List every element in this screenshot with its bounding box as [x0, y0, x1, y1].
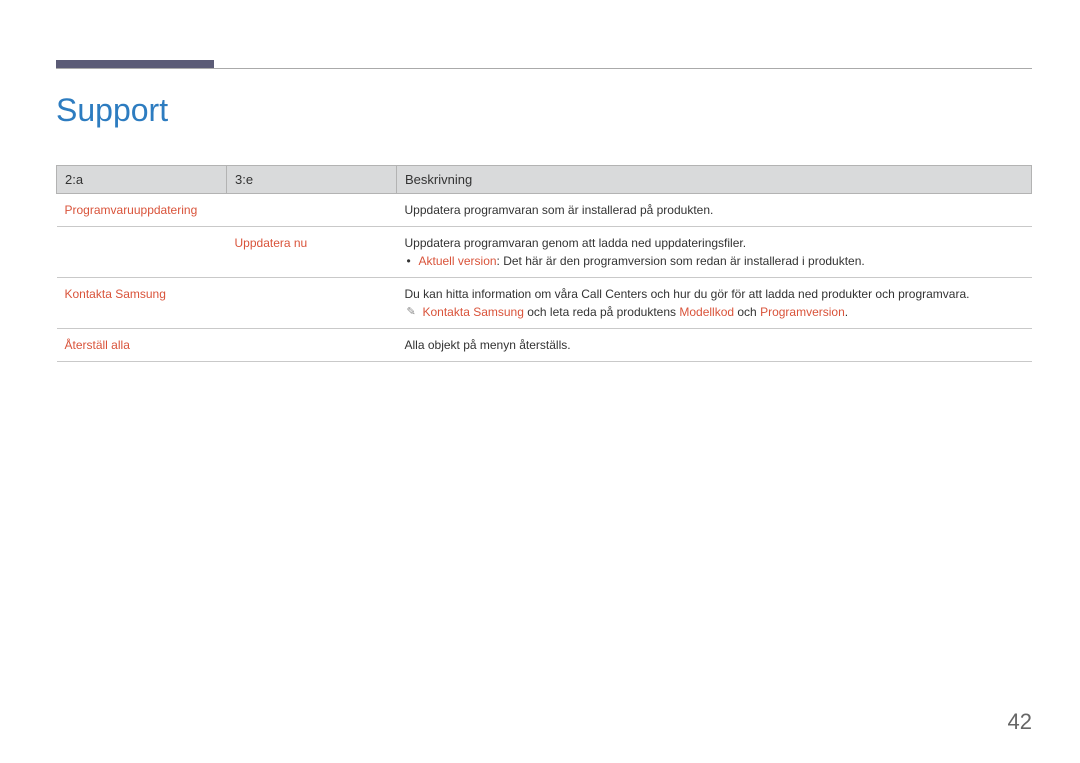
note-a: Kontakta Samsung [423, 305, 524, 319]
note-b: Modellkod [679, 305, 734, 319]
cell-2a: Kontakta Samsung [57, 278, 227, 329]
note-mid2: och [734, 305, 760, 319]
cell-desc: Alla objekt på menyn återställs. [397, 329, 1032, 362]
note-mid1: och leta reda på produktens [524, 305, 679, 319]
cell-2a [57, 227, 227, 278]
cell-desc: Uppdatera programvaran genom att ladda n… [397, 227, 1032, 278]
section-title: Support [56, 92, 168, 129]
desc-line: Uppdatera programvaran genom att ladda n… [405, 234, 1024, 252]
bullet-text: : Det här är den programversion som reda… [497, 254, 865, 268]
cell-3e [227, 194, 397, 227]
table-header-row: 2:a 3:e Beskrivning [57, 166, 1032, 194]
cell-desc: Du kan hitta information om våra Call Ce… [397, 278, 1032, 329]
pencil-icon: ✎ [407, 304, 416, 321]
page-rule [56, 68, 1032, 69]
table-row: Återställ alla Alla objekt på menyn åter… [57, 329, 1032, 362]
cell-desc: Uppdatera programvaran som är installera… [397, 194, 1032, 227]
desc-note: ✎ Kontakta Samsung och leta reda på prod… [405, 303, 1024, 321]
accent-bar [56, 60, 214, 68]
header-beskrivning: Beskrivning [397, 166, 1032, 194]
note-end: . [845, 305, 848, 319]
cell-3e [227, 278, 397, 329]
support-table: 2:a 3:e Beskrivning Programvaruuppdateri… [56, 165, 1032, 362]
desc-bullet: Aktuell version: Det här är den programv… [405, 252, 1024, 270]
page-number: 42 [1008, 709, 1032, 735]
table-row: Kontakta Samsung Du kan hitta informatio… [57, 278, 1032, 329]
bullet-label: Aktuell version [419, 254, 497, 268]
desc-line: Du kan hitta information om våra Call Ce… [405, 285, 1024, 303]
header-3e: 3:e [227, 166, 397, 194]
cell-3e: Uppdatera nu [227, 227, 397, 278]
cell-2a: Återställ alla [57, 329, 227, 362]
table-row: Programvaruuppdatering Uppdatera program… [57, 194, 1032, 227]
table-row: Uppdatera nu Uppdatera programvaran geno… [57, 227, 1032, 278]
note-c: Programversion [760, 305, 845, 319]
cell-2a: Programvaruuppdatering [57, 194, 227, 227]
cell-3e [227, 329, 397, 362]
header-2a: 2:a [57, 166, 227, 194]
